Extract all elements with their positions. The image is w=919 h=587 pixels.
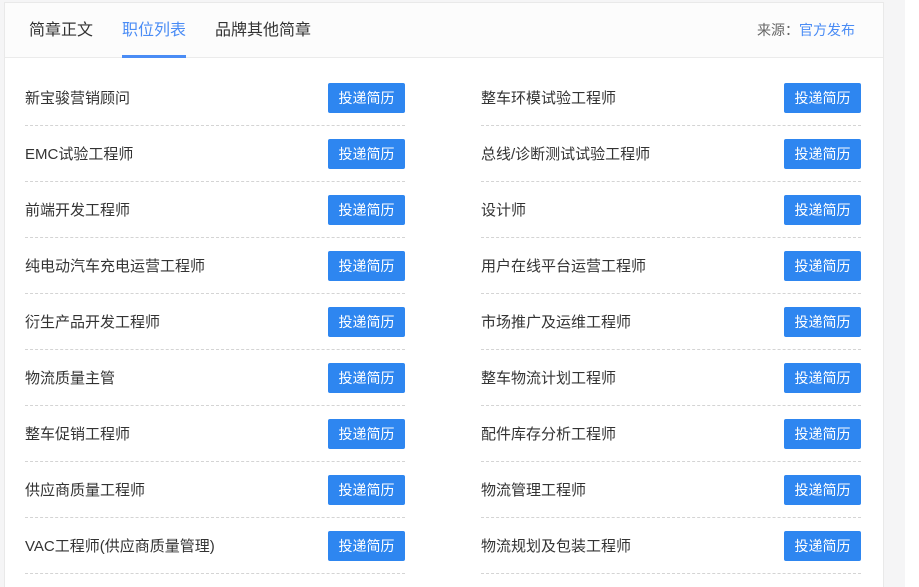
job-title: 新宝骏营销顾问 xyxy=(25,87,130,108)
apply-button[interactable]: 投递简历 xyxy=(784,531,861,561)
apply-button[interactable]: 投递简历 xyxy=(784,83,861,113)
job-item: 前端开发工程师 投递简历 xyxy=(25,182,405,238)
source-link[interactable]: 官方发布 xyxy=(799,22,855,38)
job-title: 衍生产品开发工程师 xyxy=(25,311,160,332)
page: 简章正文 职位列表 品牌其他简章 来源：官方发布 新宝骏营销顾问 投递简历 整车… xyxy=(0,0,919,587)
job-brief-card: 简章正文 职位列表 品牌其他简章 来源：官方发布 新宝骏营销顾问 投递简历 整车… xyxy=(4,2,884,587)
job-title: 物流质量主管 xyxy=(25,367,115,388)
apply-button[interactable]: 投递简历 xyxy=(784,419,861,449)
apply-button[interactable]: 投递简历 xyxy=(784,251,861,281)
job-title: 整车促销工程师 xyxy=(25,423,130,444)
apply-button[interactable]: 投递简历 xyxy=(784,363,861,393)
apply-button[interactable]: 投递简历 xyxy=(784,139,861,169)
job-title: 物流规划及包装工程师 xyxy=(481,535,631,556)
job-item: 物流质量主管 投递简历 xyxy=(25,350,405,406)
job-title: 物流管理工程师 xyxy=(481,479,586,500)
job-item: 整车环模试验工程师 投递简历 xyxy=(481,70,861,126)
source-label: 来源： xyxy=(757,22,799,38)
job-title: 供应商质量工程师 xyxy=(25,479,145,500)
tab-brand-other-briefs[interactable]: 品牌其他简章 xyxy=(215,3,311,58)
job-title: 市场推广及运维工程师 xyxy=(481,311,631,332)
apply-button[interactable]: 投递简历 xyxy=(328,531,405,561)
job-item: 供应商质量工程师 投递简历 xyxy=(25,462,405,518)
job-title: VAC工程师(供应商质量管理) xyxy=(25,535,215,556)
apply-button[interactable]: 投递简历 xyxy=(784,195,861,225)
source-info: 来源：官方发布 xyxy=(757,20,855,40)
apply-button[interactable]: 投递简历 xyxy=(328,195,405,225)
job-item: 市场推广及运维工程师 投递简历 xyxy=(481,294,861,350)
job-item: 衍生产品开发工程师 投递简历 xyxy=(25,294,405,350)
job-item: 配件库存分析工程师 投递简历 xyxy=(481,406,861,462)
job-item: EMC试验工程师 投递简历 xyxy=(25,126,405,182)
job-item: 总线/诊断测试试验工程师 投递简历 xyxy=(481,126,861,182)
job-item: 新宝骏营销顾问 投递简历 xyxy=(25,70,405,126)
job-item: 物流规划及包装工程师 投递简历 xyxy=(481,518,861,574)
job-title: 前端开发工程师 xyxy=(25,199,130,220)
job-item: 物流管理工程师 投递简历 xyxy=(481,462,861,518)
job-item: VAC工程师(供应商质量管理) 投递简历 xyxy=(25,518,405,574)
job-title: EMC试验工程师 xyxy=(25,143,133,164)
job-item: 整车促销工程师 投递简历 xyxy=(25,406,405,462)
tab-brief-content[interactable]: 简章正文 xyxy=(29,3,93,58)
apply-button[interactable]: 投递简历 xyxy=(328,139,405,169)
apply-button[interactable]: 投递简历 xyxy=(328,419,405,449)
job-title: 配件库存分析工程师 xyxy=(481,423,616,444)
tab-job-list[interactable]: 职位列表 xyxy=(122,3,186,58)
apply-button[interactable]: 投递简历 xyxy=(328,307,405,337)
apply-button[interactable]: 投递简历 xyxy=(328,83,405,113)
job-item: 纯电动汽车充电运营工程师 投递简历 xyxy=(25,238,405,294)
apply-button[interactable]: 投递简历 xyxy=(328,251,405,281)
apply-button[interactable]: 投递简历 xyxy=(328,363,405,393)
job-title: 用户在线平台运营工程师 xyxy=(481,255,646,276)
job-title: 设计师 xyxy=(481,199,526,220)
apply-button[interactable]: 投递简历 xyxy=(328,475,405,505)
scrollbar-track[interactable] xyxy=(905,0,919,587)
job-title: 整车环模试验工程师 xyxy=(481,87,616,108)
job-item: 设计师 投递简历 xyxy=(481,182,861,238)
job-title: 整车物流计划工程师 xyxy=(481,367,616,388)
apply-button[interactable]: 投递简历 xyxy=(784,475,861,505)
job-title: 总线/诊断测试试验工程师 xyxy=(481,143,650,164)
job-item: 用户在线平台运营工程师 投递简历 xyxy=(481,238,861,294)
job-list: 新宝骏营销顾问 投递简历 整车环模试验工程师 投递简历 EMC试验工程师 投递简… xyxy=(5,58,883,574)
job-item: 整车物流计划工程师 投递简历 xyxy=(481,350,861,406)
job-title: 纯电动汽车充电运营工程师 xyxy=(25,255,205,276)
apply-button[interactable]: 投递简历 xyxy=(784,307,861,337)
tab-bar: 简章正文 职位列表 品牌其他简章 来源：官方发布 xyxy=(5,3,883,58)
